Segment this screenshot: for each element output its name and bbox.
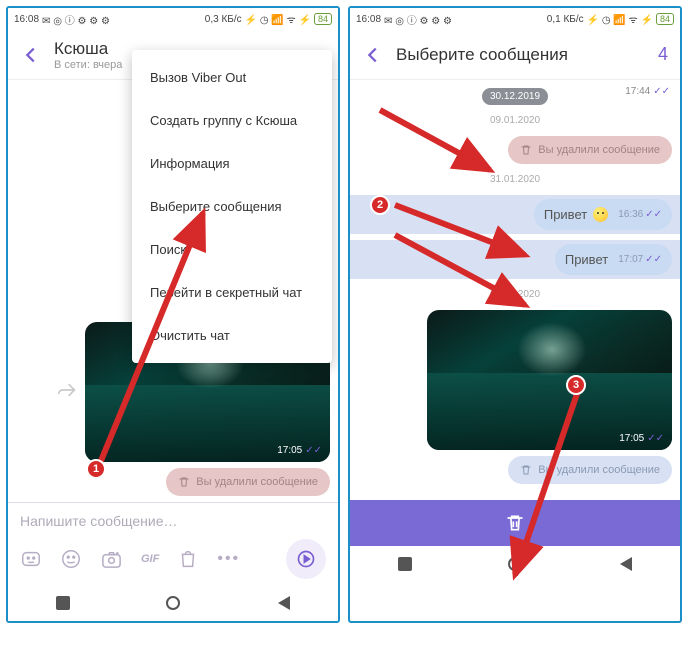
date-chip: 30.12.2019 (482, 88, 548, 105)
image-message[interactable]: 17:05 ✓✓ (427, 310, 672, 450)
menu-create-group[interactable]: Создать группу с Ксюша (132, 99, 332, 142)
trash-icon (520, 144, 532, 156)
message-row-selected[interactable]: Привет 17:07 ✓✓ (350, 240, 680, 279)
statusbar: 16:08 ✉ ◎ ⓘ ⚙ ⚙ ⚙ 0,3 КБ/с ⚡ ◷ 📶 ᯤ ⚡ 84 (8, 8, 338, 30)
appbar: Выберите сообщения 4 (350, 30, 680, 80)
date-plain: 09.01.2020 (358, 115, 672, 126)
trash-icon (520, 464, 532, 476)
message-bubble: Привет 16:36 ✓✓ (534, 199, 672, 230)
battery-badge: 84 (656, 13, 674, 25)
nav-recent[interactable] (56, 596, 70, 610)
phone-right: 16:08 ✉ ◎ ⓘ ⚙ ⚙ ⚙ 0,1 КБ/с ⚡ ◷ 📶 ᯤ ⚡ 84 … (348, 6, 682, 623)
delete-bar[interactable] (350, 500, 680, 546)
phone-left: 16:08 ✉ ◎ ⓘ ⚙ ⚙ ⚙ 0,3 КБ/с ⚡ ◷ 📶 ᯤ ⚡ 84 … (6, 6, 340, 623)
nav-recent[interactable] (398, 557, 412, 571)
emoji-icon[interactable] (60, 548, 82, 570)
back-icon[interactable] (362, 44, 384, 66)
android-navbar (350, 546, 680, 582)
annotation-badge-1: 1 (86, 459, 106, 479)
camera-icon[interactable] (100, 548, 123, 571)
nav-home[interactable] (166, 596, 180, 610)
deleted-message-row: Вы удалили сообщение (358, 456, 672, 484)
menu-info[interactable]: Информация (132, 142, 332, 185)
annotation-badge-2: 2 (370, 195, 390, 215)
sticker-icon[interactable] (20, 548, 42, 570)
message-bubble: Привет 17:07 ✓✓ (555, 244, 672, 275)
nav-home[interactable] (508, 557, 522, 571)
image-ts: 17:05 ✓✓ (277, 445, 322, 456)
sb-time: 16:08 (356, 14, 381, 25)
deleted-message-row: Вы удалили сообщение (16, 468, 330, 496)
menu-search[interactable]: Поиск (132, 228, 332, 271)
options-menu: Вызов Viber Out Создать группу с Ксюша И… (132, 50, 332, 363)
input-bar: Напишите сообщение… GIF ••• (8, 502, 338, 585)
sb-speed: 0,3 КБ/с (205, 14, 242, 25)
date-plain: 31.01.2020 (358, 174, 672, 185)
forward-icon[interactable] (57, 380, 77, 405)
send-button[interactable] (286, 539, 326, 579)
annotation-badge-3: 3 (566, 375, 586, 395)
deleted-message: Вы удалили сообщение (166, 468, 330, 496)
deleted-message[interactable]: Вы удалили сообщение (508, 136, 672, 164)
menu-viber-out[interactable]: Вызов Viber Out (132, 56, 332, 99)
image-ts: 17:05 ✓✓ (619, 433, 664, 444)
gif-icon[interactable]: GIF (141, 553, 159, 565)
sb-time: 16:08 (14, 14, 39, 25)
chat-area: 17:44 ✓✓ 30.12.2019 09.01.2020 Вы удалил… (350, 80, 680, 500)
sb-speed: 0,1 КБ/с (547, 14, 584, 25)
selection-count: 4 (658, 44, 668, 65)
nav-back[interactable] (276, 596, 290, 610)
trash-icon (178, 476, 190, 488)
more-icon[interactable]: ••• (217, 550, 240, 568)
statusbar: 16:08 ✉ ◎ ⓘ ⚙ ⚙ ⚙ 0,1 КБ/с ⚡ ◷ 📶 ᯤ ⚡ 84 (350, 8, 680, 30)
menu-clear-chat[interactable]: Очистить чат (132, 314, 332, 357)
battery-badge: 84 (314, 13, 332, 25)
date-plain: 03.02.2020 (358, 289, 672, 300)
message-input[interactable]: Напишите сообщение… (20, 513, 326, 529)
deleted-message-row: Вы удалили сообщение (358, 136, 672, 164)
prev-msg-ts: 17:44 ✓✓ (625, 86, 670, 97)
nav-back[interactable] (618, 557, 632, 571)
selection-title: Выберите сообщения (396, 45, 646, 65)
image-message-row: 17:05 ✓✓ (358, 310, 672, 450)
message-row-selected[interactable]: Привет 16:36 ✓✓ (350, 195, 680, 234)
deleted-message[interactable]: Вы удалили сообщение (508, 456, 672, 484)
smile-emoji (593, 207, 608, 222)
menu-select-messages[interactable]: Выберите сообщения (132, 185, 332, 228)
trash-icon (505, 513, 525, 533)
menu-secret-chat[interactable]: Перейти в секретный чат (132, 271, 332, 314)
back-icon[interactable] (20, 44, 42, 66)
android-navbar (8, 585, 338, 621)
shop-icon[interactable] (177, 548, 199, 570)
